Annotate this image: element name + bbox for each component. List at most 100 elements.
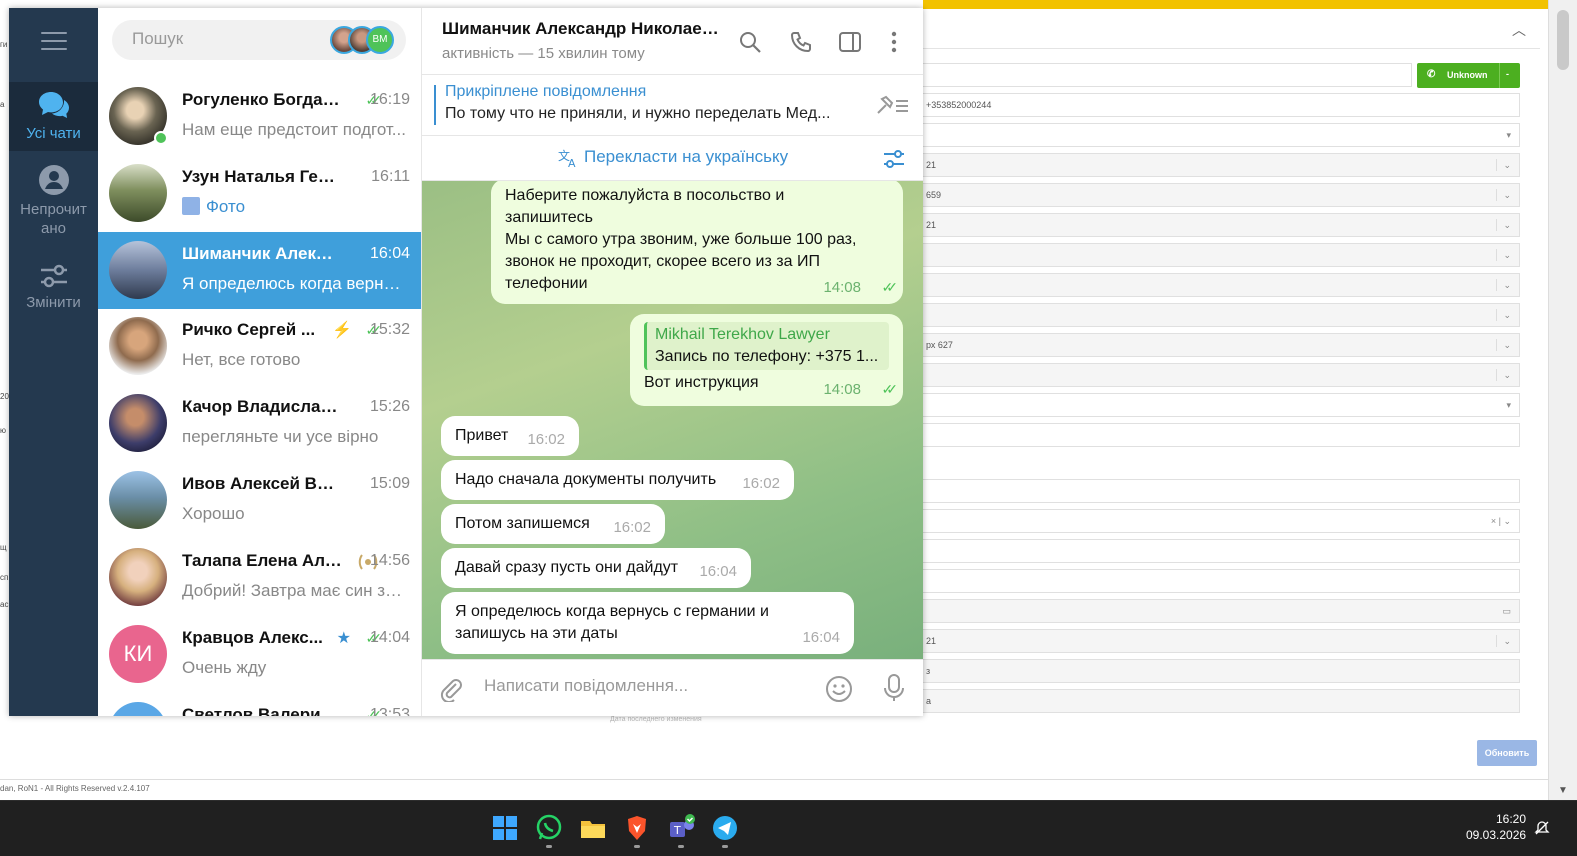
crm-select[interactable]: ⌄ <box>923 243 1520 267</box>
sidebar-toggle-icon[interactable] <box>838 30 862 54</box>
search-box[interactable]: ВМ <box>112 20 406 60</box>
translate-label[interactable]: Перекласти на українську <box>584 147 788 167</box>
chat-item[interactable]: Светлов Валерий... ✓✓ 13:53 <box>98 693 421 716</box>
chat-item[interactable]: Узун Наталья Георги... 16:11 Фото <box>98 155 421 232</box>
crm-select[interactable]: 21 ⌄ <box>923 153 1520 177</box>
chat-preview: Добрий! Завтра має син за... <box>182 581 407 600</box>
pinned-list-icon[interactable] <box>874 93 910 117</box>
crm-input-field[interactable] <box>923 423 1520 447</box>
incoming-message[interactable]: Потом запишемся 16:02 <box>441 504 665 544</box>
teams-icon[interactable]: T <box>666 813 696 843</box>
chat-item-selected[interactable]: Шиманчик Александ... 16:04 Я определюсь … <box>98 232 421 309</box>
paperclip-icon[interactable] <box>438 676 464 702</box>
incoming-message[interactable]: Привет 16:02 <box>441 416 579 456</box>
clock-date[interactable]: 09.03.2026 <box>1466 828 1526 842</box>
message-history[interactable]: Наберите пожалуйста в посольство и запиш… <box>422 181 923 659</box>
crm-select[interactable]: ▾ <box>923 393 1520 417</box>
unknown-call-button[interactable]: ✆ Unknown - <box>1417 63 1520 88</box>
field-snippet: з <box>926 666 931 676</box>
chat-item[interactable]: Качор Владислав Ол... 15:26 перегляньте … <box>98 385 421 462</box>
chat-title[interactable]: Шиманчик Александр Николаев... <box>442 19 722 39</box>
hamburger-menu-icon[interactable] <box>41 32 67 52</box>
outgoing-message[interactable]: Наберите пожалуйста в посольство и запиш… <box>491 181 903 304</box>
crm-select[interactable]: 21 ⌄ <box>923 629 1520 653</box>
calendar-icon[interactable]: ▭ <box>1502 600 1511 622</box>
reply-quote[interactable]: Mikhail Terekhov Lawyer Запись по телефо… <box>644 322 889 370</box>
left-edge-text: ги <box>0 40 8 49</box>
chat-preview: Фото <box>182 197 407 217</box>
crm-select[interactable]: рх 627 ⌄ <box>923 333 1520 357</box>
crm-input-field[interactable]: а <box>923 689 1520 713</box>
chat-time: 14:04 <box>369 629 410 646</box>
chat-time: 16:11 <box>371 168 410 185</box>
microphone-icon[interactable] <box>882 673 906 703</box>
incoming-message[interactable]: Давай сразу пусть они дайдут 16:04 <box>441 548 751 588</box>
search-icon[interactable] <box>738 30 762 54</box>
chat-preview-text: Фото <box>206 197 246 216</box>
search-input[interactable] <box>132 29 312 49</box>
chat-panel: Шиманчик Александр Николаев... активніст… <box>422 8 923 716</box>
left-edge-text: а <box>0 100 5 109</box>
chevron-up-icon[interactable]: ︿ <box>1512 20 1526 40</box>
emoji-icon[interactable] <box>824 674 854 704</box>
crm-select[interactable]: ⌄ <box>923 363 1520 387</box>
crm-input-field[interactable] <box>923 539 1520 563</box>
windows-start-icon[interactable] <box>490 813 520 843</box>
scroll-down-icon[interactable]: ▼ <box>1558 785 1568 796</box>
whatsapp-icon[interactable] <box>534 813 564 843</box>
outgoing-message[interactable]: Mikhail Terekhov Lawyer Запись по телефо… <box>630 314 903 406</box>
crm-input-field[interactable]: з <box>923 659 1520 683</box>
svg-text:T: T <box>673 824 681 837</box>
crm-select[interactable]: 659 ⌄ <box>923 183 1520 207</box>
phone-call-icon[interactable] <box>789 30 813 54</box>
more-options-icon[interactable] <box>882 30 906 54</box>
crm-input-field[interactable] <box>923 479 1520 503</box>
folder-unread[interactable]: Непрочит ано <box>9 164 98 244</box>
incoming-message[interactable]: Надо сначала документы получить 16:02 <box>441 460 794 500</box>
chat-item[interactable]: КИ Кравцов Алекс... ★ ✓✓ 14:04 Очень жду <box>98 616 421 693</box>
chat-time: 15:32 <box>369 321 410 338</box>
page-scrollbar[interactable]: ▼ <box>1548 0 1577 800</box>
avatar <box>109 164 167 222</box>
story-avatar[interactable]: ВМ <box>366 26 394 54</box>
translate-settings-icon[interactable] <box>882 148 906 170</box>
avatar <box>109 241 167 299</box>
chat-item[interactable]: Ричко Сергей ... ⚡ ✓✓ 15:32 Нет, все гот… <box>98 308 421 385</box>
pinned-message-bar[interactable]: Прикріплене повідомлення По тому что не … <box>422 75 923 136</box>
folder-edit[interactable]: Змінити <box>9 263 98 323</box>
split-divider <box>1499 63 1500 88</box>
lightning-icon: ⚡ <box>332 322 352 339</box>
notification-bell-icon[interactable] <box>1534 820 1550 836</box>
translate-bar[interactable]: 文A Перекласти на українську <box>422 136 923 181</box>
chat-preview: Я определюсь когда вернус... <box>182 274 407 293</box>
crm-input-field[interactable] <box>923 569 1520 593</box>
chat-list: ВМ Рогуленко Богдан... ✓✓ 16:19 Нам еще … <box>98 8 422 716</box>
folder-all-chats[interactable]: Усі чати <box>9 82 98 151</box>
crm-select[interactable]: ▾ <box>923 123 1520 147</box>
clear-chevron-icon[interactable]: × | ⌄ <box>1491 510 1511 532</box>
clock-time[interactable]: 16:20 <box>1490 812 1526 826</box>
phone-icon: ✆ <box>1427 69 1436 80</box>
crm-select[interactable]: × | ⌄ <box>923 509 1520 533</box>
telegram-icon[interactable] <box>710 813 740 843</box>
crm-input-field[interactable] <box>923 63 1412 87</box>
chevron-down-icon[interactable]: - <box>1506 69 1509 79</box>
crm-select[interactable]: ⌄ <box>923 303 1520 327</box>
chat-item[interactable]: Рогуленко Богдан... ✓✓ 16:19 Нам еще пре… <box>98 78 421 155</box>
brave-browser-icon[interactable] <box>622 813 652 843</box>
message-text: Привет <box>455 427 509 444</box>
crm-select[interactable]: 21 ⌄ <box>923 213 1520 237</box>
chats-icon <box>38 92 69 118</box>
message-input[interactable] <box>484 676 804 696</box>
chat-item[interactable]: Талапа Елена Але... 14:56 Добрий! Завтра… <box>98 539 421 616</box>
incoming-message[interactable]: Я определюсь когда вернусь с германии и … <box>441 592 854 654</box>
update-button[interactable]: Обновить <box>1477 740 1537 766</box>
folder-label: Змінити <box>26 294 81 311</box>
crm-select[interactable]: ⌄ <box>923 273 1520 297</box>
file-explorer-icon[interactable] <box>578 813 608 843</box>
chat-time: 13:53 <box>369 706 410 716</box>
phone-number-field[interactable]: +353852000244 <box>923 93 1520 117</box>
chat-item[interactable]: Ивов Алексей Викто... 15:09 Хорошо <box>98 462 421 539</box>
crm-date-field[interactable]: ▭ <box>923 599 1520 623</box>
scrollbar-thumb[interactable] <box>1557 10 1569 70</box>
